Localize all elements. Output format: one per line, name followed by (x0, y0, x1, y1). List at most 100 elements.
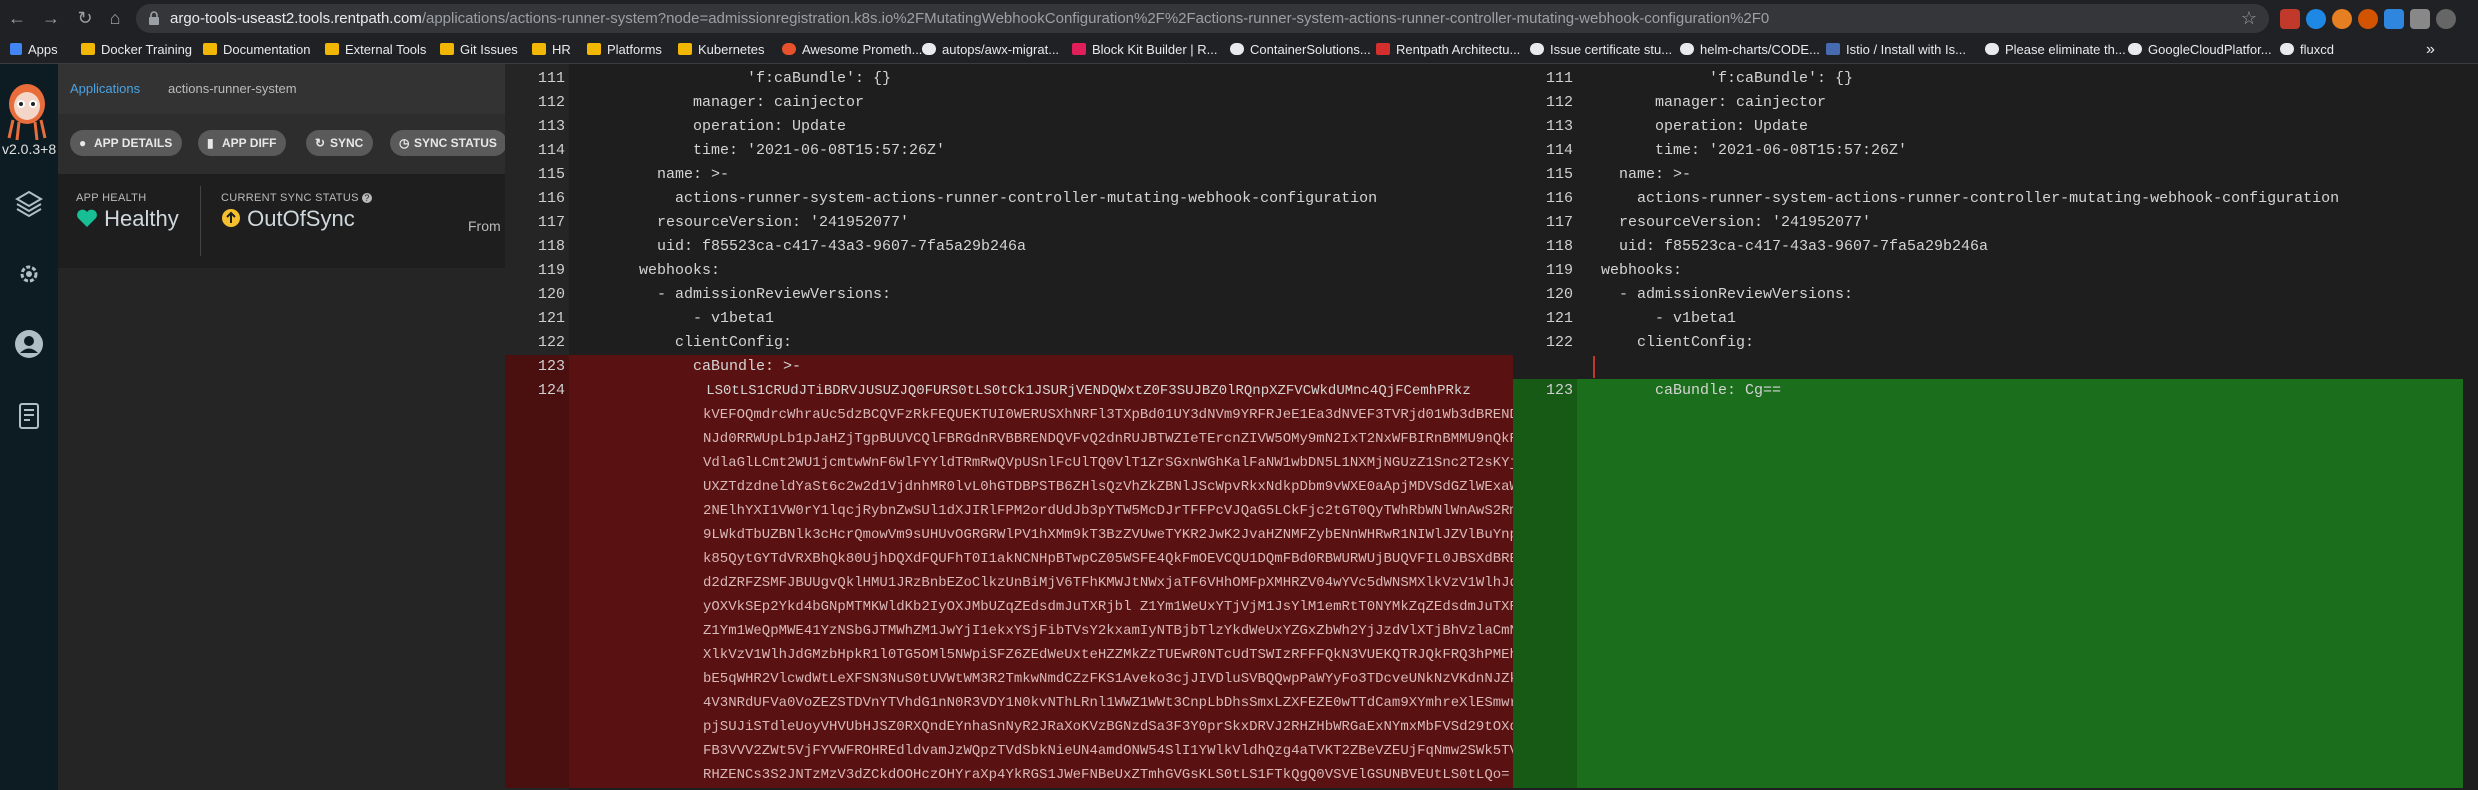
base64-line: k85QytGYTdVRXBhQk80UjhDQXdFQUFhT0I1akNCN… (703, 551, 1513, 567)
bookmark-hr[interactable]: HR (532, 40, 571, 60)
github-icon (1530, 43, 1544, 55)
code-line: time: '2021-06-08T15:57:26Z' (639, 142, 946, 159)
line-number: 113 (537, 118, 565, 135)
bookmark-label: Istio / Install with Is... (1846, 42, 1966, 57)
gear-icon[interactable] (13, 258, 45, 290)
folder-icon (81, 43, 95, 55)
extension-icon[interactable] (2410, 9, 2430, 29)
bookmark-label: External Tools (345, 42, 427, 57)
code-line: name: >- (1601, 166, 1692, 183)
heart-icon (77, 209, 97, 227)
base64-line: Z1Ym1WeQpMWE41YzNSbGJTMWhZM1JwYjI1ekxYSj… (703, 623, 1513, 639)
code-line: resourceVersion: '241952077' (639, 214, 910, 231)
base64-line: 4V3NRdUFVa0VoZEZSTDVnYTVhdG1nN0R3VDY1N0k… (703, 695, 1513, 711)
bookmark-fluxcd[interactable]: fluxcd (2280, 40, 2334, 60)
bookmark-label: helm-charts/CODE... (1700, 42, 1820, 57)
url-path: /applications/actions-runner-system?node… (421, 10, 1770, 27)
extension-icon[interactable] (2332, 9, 2352, 29)
base64-line: XlkVzV1WlhJdGMzbHpkR1l0TG5OMl5NWpiSFZ6ZE… (703, 647, 1513, 663)
code-line: operation: Update (1601, 118, 1809, 135)
app-details-button[interactable]: ● APP DETAILS (70, 130, 183, 156)
code-line: time: '2021-06-08T15:57:26Z' (1601, 142, 1908, 159)
line-number: 111 (537, 70, 565, 87)
breadcrumb-applications[interactable]: Applications (70, 81, 140, 96)
bookmarks-overflow-button[interactable]: » (2426, 40, 2435, 60)
bookmark-documentation[interactable]: Documentation (203, 40, 310, 60)
line-number: 116 (1545, 190, 1573, 207)
code-line: manager: cainjector (639, 94, 865, 111)
code-line: 'f:caBundle': {} (639, 70, 892, 87)
address-bar[interactable]: argo-tools-useast2.tools.rentpath.com/ap… (136, 4, 2269, 33)
bookmark-docker-training[interactable]: Docker Training (81, 40, 192, 60)
folder-icon (587, 43, 601, 55)
diff-icon: ▮ (207, 136, 214, 150)
bookmark-istio[interactable]: Istio / Install with Is... (1826, 40, 1966, 60)
base64-line: d2dZRFZSMFJBUUgvQklHMU1JRzBnbEZoClkzUnBi… (703, 575, 1513, 591)
status-divider (200, 186, 201, 256)
added-block (1513, 379, 2463, 788)
line-number: 114 (1545, 142, 1573, 159)
bookmark-containersolutions[interactable]: ContainerSolutions... (1230, 40, 1371, 60)
bookmark-star-icon[interactable]: ☆ (2241, 8, 2257, 29)
line-number: 119 (537, 262, 565, 279)
bookmark-label: HR (552, 42, 571, 57)
code-line: uid: f85523ca-c417-43a3-9607-7fa5a29b246… (1601, 238, 1989, 255)
code-line: - admissionReviewVersions: (639, 286, 892, 303)
bookmark-helm-charts[interactable]: helm-charts/CODE... (1680, 40, 1820, 60)
bookmark-please-eliminate[interactable]: Please eliminate th... (1985, 40, 2126, 60)
bookmark-googlecloudplatform[interactable]: GoogleCloudPlatfor... (2128, 40, 2272, 60)
extension-icon[interactable] (2384, 9, 2404, 29)
bookmark-label: Apps (28, 42, 58, 57)
code-line: 'f:caBundle': {} (1601, 70, 1854, 87)
code-line-removed: LS0tLS1CRUdJTiBDRVJUSUZJQ0FURS0tLS0tCk1J… (639, 383, 1471, 399)
home-icon[interactable]: ⌂ (104, 7, 126, 29)
code-line: name: >- (639, 166, 730, 183)
reload-icon[interactable]: ↻ (74, 7, 96, 29)
extension-icon[interactable] (2358, 9, 2378, 29)
github-icon (1230, 43, 1244, 55)
bookmark-apps[interactable]: Apps (10, 40, 58, 60)
docs-icon[interactable] (13, 400, 45, 432)
breadcrumb-current: actions-runner-system (168, 81, 297, 96)
bookmark-external-tools[interactable]: External Tools (325, 40, 426, 60)
line-number: 120 (537, 286, 565, 303)
bookmark-rentpath-architecture[interactable]: Rentpath Architectu... (1376, 40, 1520, 60)
folder-icon (532, 43, 546, 55)
bookmark-awesome-prometheus[interactable]: Awesome Prometh... (782, 40, 922, 60)
app-panel: Applications actions-runner-system ● APP … (58, 64, 507, 790)
base64-line: bE5qWHR2VlcwdWtLeXFSN3NuS0tUVWtWM3R2Tmkw… (703, 671, 1513, 687)
bookmark-platforms[interactable]: Platforms (587, 40, 662, 60)
line-number: 116 (537, 190, 565, 207)
bookmark-git-issues[interactable]: Git Issues (440, 40, 518, 60)
line-number: 111 (1545, 70, 1573, 87)
code-line: resourceVersion: '241952077' (1601, 214, 1872, 231)
base64-line: FB3VVV2ZWt5VjFYVWFROHREdldvamJzWQpzTVdSb… (703, 743, 1513, 759)
forward-arrow-icon[interactable]: → (40, 7, 62, 29)
sync-status-button[interactable]: ◷ SYNC STATUS (390, 130, 507, 156)
url-text: argo-tools-useast2.tools.rentpath.com/ap… (170, 10, 1769, 27)
app-diff-button[interactable]: ▮ APP DIFF (198, 130, 287, 156)
help-icon[interactable]: ? (362, 193, 373, 203)
bookmark-label: Block Kit Builder | R... (1092, 42, 1218, 57)
arrow-up-circle-icon (222, 209, 240, 227)
layers-icon[interactable] (13, 188, 45, 220)
bookmark-block-kit[interactable]: Block Kit Builder | R... (1072, 40, 1217, 60)
back-arrow-icon[interactable]: ← (6, 7, 28, 29)
base64-line: kVEFOQmdrcWhraUc5dzBCQVFzRkFEQUEKTUI0WER… (703, 407, 1513, 423)
diff-right-pane: 111 'f:caBundle': {} 112 manager: cainjec… (1513, 64, 2478, 790)
button-label: APP DETAILS (94, 136, 173, 150)
sync-button[interactable]: ↻ SYNC (306, 130, 374, 156)
bookmark-autops[interactable]: autops/awx-migrat... (922, 40, 1059, 60)
text-cursor (1593, 356, 1595, 378)
extension-icon[interactable] (2436, 9, 2456, 29)
extension-icon[interactable] (2306, 9, 2326, 29)
line-number: 120 (1545, 286, 1573, 303)
rentpath-icon (1376, 43, 1390, 55)
from-label: From (468, 218, 501, 234)
info-icon: ● (79, 136, 87, 150)
user-icon[interactable] (13, 328, 45, 360)
bookmark-kubernetes[interactable]: Kubernetes (678, 40, 765, 60)
bookmark-issue-certificate[interactable]: Issue certificate stu... (1530, 40, 1672, 60)
base64-line: VdlaGlLCmt2WU1jcmtwWnF6WlFYYldTRmRwQVpUS… (703, 455, 1513, 471)
extension-icon[interactable] (2280, 9, 2300, 29)
